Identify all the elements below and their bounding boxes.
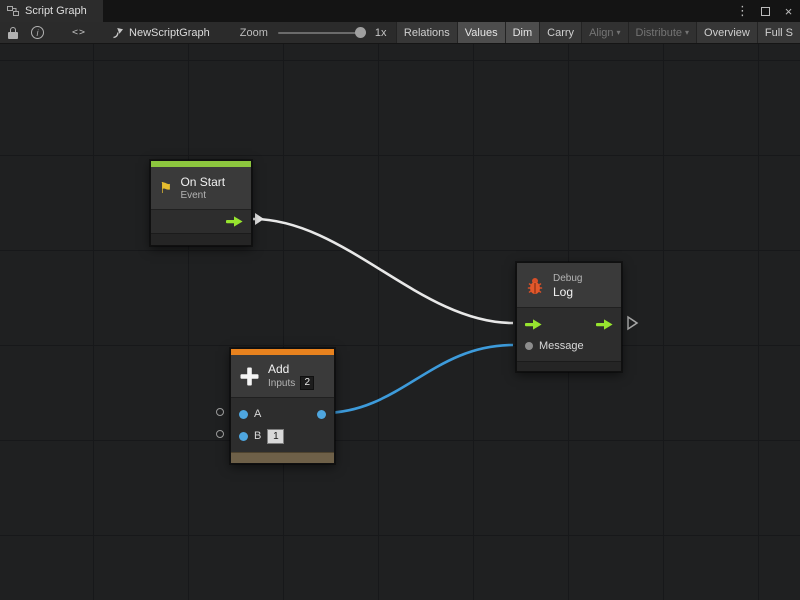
b-value-field[interactable] bbox=[267, 429, 284, 444]
plus-icon bbox=[239, 366, 260, 387]
align-dropdown[interactable]: Align ▾ bbox=[581, 22, 627, 43]
unconnected-value-stub-b[interactable] bbox=[216, 430, 224, 438]
value-input-port-a[interactable] bbox=[239, 410, 248, 419]
fullscreen-button[interactable]: Full S bbox=[757, 22, 800, 43]
close-icon[interactable]: × bbox=[777, 0, 800, 22]
bug-icon bbox=[525, 276, 545, 295]
node-on-start[interactable]: ⚑ On Start Event bbox=[150, 160, 252, 246]
relations-button[interactable]: Relations bbox=[396, 22, 457, 43]
node-title: Add bbox=[268, 362, 314, 376]
zoom-label: Zoom bbox=[240, 27, 268, 39]
overview-button[interactable]: Overview bbox=[696, 22, 757, 43]
node-subtitle: Inputs bbox=[268, 377, 295, 390]
port-row-b: B bbox=[231, 425, 334, 447]
chevron-down-icon: ▾ bbox=[617, 28, 621, 37]
flow-input-port[interactable] bbox=[525, 319, 542, 330]
flag-icon: ⚑ bbox=[159, 181, 172, 196]
unconnected-flow-stub-icon[interactable] bbox=[628, 317, 637, 329]
tab-script-graph[interactable]: Script Graph bbox=[0, 0, 103, 22]
port-row-a: A bbox=[231, 403, 334, 425]
flow-output-port[interactable] bbox=[226, 216, 243, 227]
node-footer bbox=[517, 361, 621, 371]
maximize-glyph bbox=[761, 7, 770, 16]
info-icon[interactable]: i bbox=[31, 26, 44, 39]
titlebar-spacer bbox=[103, 0, 731, 22]
maximize-icon[interactable] bbox=[754, 0, 777, 22]
distribute-dropdown[interactable]: Distribute ▾ bbox=[628, 22, 696, 43]
node-header: Debug Log bbox=[517, 263, 621, 307]
zoom-slider-handle[interactable] bbox=[355, 27, 366, 38]
window-menu-icon[interactable]: ⋮ bbox=[731, 0, 754, 22]
port-b-label: B bbox=[254, 430, 261, 442]
graph-tab-icon bbox=[7, 5, 19, 17]
graph-breadcrumb[interactable]: NewScriptGraph bbox=[112, 27, 210, 39]
zoom-slider[interactable] bbox=[278, 32, 366, 34]
node-header: ⚑ On Start Event bbox=[151, 167, 251, 209]
node-header: Add Inputs 2 bbox=[231, 355, 334, 397]
node-subtitle: Event bbox=[180, 189, 225, 202]
message-input-port[interactable] bbox=[525, 342, 533, 350]
flow-output-port[interactable] bbox=[596, 319, 613, 330]
flow-wire-start-arrow bbox=[255, 213, 264, 225]
message-port-label: Message bbox=[539, 340, 584, 352]
node-footer bbox=[151, 233, 251, 245]
toolbar-buttons: Relations Values Dim Carry Align ▾ Distr… bbox=[396, 22, 800, 43]
flow-port-row bbox=[517, 313, 621, 335]
graph-toolbar: i <> NewScriptGraph Zoom 1x Relations Va… bbox=[0, 22, 800, 44]
node-title: Log bbox=[553, 285, 582, 299]
chevron-down-icon: ▾ bbox=[685, 28, 689, 37]
node-footer bbox=[231, 452, 334, 463]
values-button[interactable]: Values bbox=[457, 22, 505, 43]
node-add[interactable]: Add Inputs 2 A B bbox=[230, 348, 335, 464]
unconnected-value-stub-a[interactable] bbox=[216, 408, 224, 416]
lock-icon[interactable] bbox=[8, 27, 18, 39]
tab-label: Script Graph bbox=[25, 5, 87, 17]
node-surtitle: Debug bbox=[553, 272, 582, 285]
wire-layer bbox=[0, 44, 800, 600]
value-output-port[interactable] bbox=[317, 410, 326, 419]
dim-button[interactable]: Dim bbox=[505, 22, 540, 43]
value-input-port-b[interactable] bbox=[239, 432, 248, 441]
graph-name: NewScriptGraph bbox=[129, 27, 210, 39]
message-port-row: Message bbox=[517, 335, 621, 357]
flow-wire bbox=[253, 219, 513, 323]
value-wire bbox=[323, 345, 513, 413]
edit-source-icon[interactable]: <> bbox=[72, 27, 86, 38]
port-a-label: A bbox=[254, 408, 261, 420]
port-row bbox=[151, 210, 251, 233]
script-graph-window: Script Graph ⋮ × i <> NewScriptGraph Zoo… bbox=[0, 0, 800, 600]
node-debug-log[interactable]: Debug Log Message bbox=[516, 262, 622, 372]
graph-canvas[interactable]: ⚑ On Start Event bbox=[0, 44, 800, 600]
carry-button[interactable]: Carry bbox=[539, 22, 581, 43]
titlebar: Script Graph ⋮ × bbox=[0, 0, 800, 22]
zoom-value: 1x bbox=[375, 27, 387, 39]
script-graph-icon bbox=[112, 27, 124, 39]
input-count-field[interactable]: 2 bbox=[300, 376, 314, 390]
node-title: On Start bbox=[180, 175, 225, 189]
